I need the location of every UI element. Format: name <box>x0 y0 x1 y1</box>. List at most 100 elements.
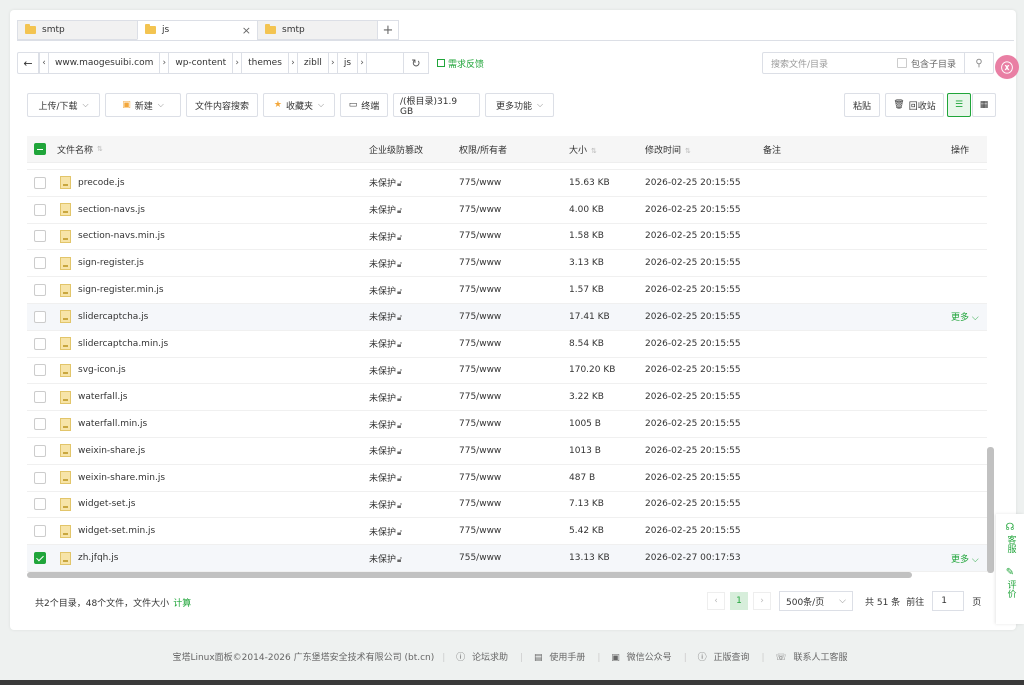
table-row[interactable]: slidercaptcha.js 未保护🔓︎ 775/www 17.41 KB 2026… <box>27 303 987 331</box>
row-checkbox[interactable] <box>34 337 46 350</box>
file-name[interactable]: waterfall.min.js <box>78 419 147 429</box>
next-page-button[interactable]: › <box>753 592 771 610</box>
row-checkbox[interactable] <box>34 176 46 189</box>
permission[interactable]: 775/www <box>459 365 569 375</box>
row-checkbox[interactable] <box>34 310 46 323</box>
permission[interactable]: 775/www <box>459 258 569 268</box>
tab-smtp-2[interactable]: smtp <box>257 20 377 40</box>
add-tab-button[interactable]: + <box>377 20 399 40</box>
contact-link[interactable]: ☏ 联系人工客服 <box>775 653 851 663</box>
protect-status[interactable]: 未保护🔓︎ <box>369 230 459 243</box>
row-checkbox[interactable] <box>34 498 46 511</box>
recycle-bin-button[interactable]: 🗑 回收站 <box>885 93 944 117</box>
protect-status[interactable]: 未保护🔓︎ <box>369 364 459 377</box>
manual-link[interactable]: ▤ 使用手册 <box>534 653 589 663</box>
new-button[interactable]: ▣ 新建 ⌵ <box>105 93 181 117</box>
permission[interactable]: 775/www <box>459 231 569 241</box>
protect-status[interactable]: 未保护🔓︎ <box>369 337 459 350</box>
protect-status[interactable]: 未保护🔓︎ <box>369 471 459 484</box>
protect-status[interactable]: 未保护🔓︎ <box>369 176 459 189</box>
table-row[interactable]: sign-register.min.js 未保护🔓︎ 775/www 1.57 KB 2… <box>27 277 987 304</box>
row-checkbox[interactable] <box>34 391 46 404</box>
prev-page-button[interactable]: ‹ <box>707 592 725 610</box>
file-name[interactable]: slidercaptcha.js <box>78 312 148 322</box>
breadcrumb-item[interactable]: wp-content <box>169 58 232 68</box>
file-name[interactable]: sign-register.js <box>78 258 144 268</box>
avatar[interactable]: ⓧ <box>995 55 1019 79</box>
forum-link[interactable]: ⓘ 论坛求助 <box>456 653 512 663</box>
protect-status[interactable]: 未保护🔓︎ <box>369 391 459 404</box>
header-name[interactable]: 文件名称 ⇅ <box>55 143 369 156</box>
protect-status[interactable]: 未保护🔓︎ <box>369 310 459 323</box>
permission[interactable]: 775/www <box>459 446 569 456</box>
terminal-button[interactable]: ▭ 终端 <box>340 93 388 117</box>
protect-status[interactable]: 未保护🔓︎ <box>369 418 459 431</box>
disk-button[interactable]: /(根目录)31.9 GB <box>393 93 480 117</box>
refresh-button[interactable]: ↻ <box>404 52 429 74</box>
row-checkbox[interactable] <box>34 418 46 431</box>
grid-view-button[interactable]: ▦ <box>972 93 996 117</box>
table-row[interactable]: widget-set.js 未保护🔓︎ 775/www 7.13 KB 2026-02-… <box>27 492 987 519</box>
rate-button[interactable]: ✎ 评价 <box>1005 567 1016 598</box>
row-checkbox[interactable] <box>34 230 46 243</box>
protect-status[interactable]: 未保护🔓︎ <box>369 444 459 457</box>
table-row[interactable]: section-navs.min.js 未保护🔓︎ 775/www 1.58 KB 20… <box>27 224 987 251</box>
file-name[interactable]: section-navs.min.js <box>78 231 165 241</box>
header-size[interactable]: 大小 ⇅ <box>569 143 645 156</box>
table-row[interactable]: waterfall.js 未保护🔓︎ 775/www 3.22 KB 2026-02-2… <box>27 384 987 412</box>
permission[interactable]: 775/www <box>459 392 569 402</box>
back-button[interactable]: ← <box>17 52 39 74</box>
row-checkbox[interactable] <box>34 257 46 270</box>
permission[interactable]: 775/www <box>459 419 569 429</box>
table-row[interactable]: sign-register.js 未保护🔓︎ 775/www 3.13 KB 2026-… <box>27 250 987 278</box>
permission[interactable]: 775/www <box>459 205 569 215</box>
more-actions-link[interactable]: 更多 ⌵ <box>951 310 987 323</box>
table-row[interactable]: weixin-share.min.js 未保护🔓︎ 775/www 487 B 2026… <box>27 465 987 492</box>
breadcrumb[interactable]: ‹ www.maogesuibi.com › wp-content › themes… <box>39 52 404 74</box>
content-search-button[interactable]: 文件内容搜索 <box>186 93 258 117</box>
permission[interactable]: 775/www <box>459 526 569 536</box>
row-checkbox[interactable] <box>34 552 46 565</box>
file-name[interactable]: zh.jfqh.js <box>78 553 118 563</box>
protect-status[interactable]: 未保护🔓︎ <box>369 498 459 511</box>
protect-status[interactable]: 未保护🔓︎ <box>369 525 459 538</box>
protect-status[interactable]: 未保护🔓︎ <box>369 284 459 297</box>
vertical-scrollbar[interactable] <box>987 447 994 573</box>
paste-button[interactable]: 粘贴 <box>844 93 880 117</box>
search-input[interactable]: 搜索文件/目录 <box>763 57 897 70</box>
file-name[interactable]: precode.js <box>78 178 125 188</box>
permission[interactable]: 775/www <box>459 312 569 322</box>
license-link[interactable]: ⓘ 正版查询 <box>698 653 754 663</box>
close-icon[interactable]: × <box>242 24 251 37</box>
breadcrumb-item[interactable]: zibll <box>298 58 328 68</box>
row-checkbox[interactable] <box>34 471 46 484</box>
search-button[interactable]: ⚲ <box>965 58 993 69</box>
row-checkbox[interactable] <box>34 525 46 538</box>
chevron-left-icon[interactable]: ‹ <box>39 52 49 74</box>
table-row[interactable]: svg-icon.js 未保护🔓︎ 775/www 170.20 KB 2026-02-… <box>27 358 987 385</box>
horizontal-scrollbar[interactable] <box>27 572 912 578</box>
protect-status[interactable]: 未保护🔓︎ <box>369 203 459 216</box>
row-checkbox[interactable] <box>34 364 46 377</box>
more-functions-button[interactable]: 更多功能 ⌵ <box>485 93 554 117</box>
permission[interactable]: 775/www <box>459 339 569 349</box>
table-row[interactable]: slidercaptcha.min.js 未保护🔓︎ 775/www 8.54 KB 2… <box>27 331 987 358</box>
favorites-button[interactable]: ★ 收藏夹 ⌵ <box>263 93 335 117</box>
include-subdir-toggle[interactable]: 包含子目录 <box>896 53 965 73</box>
header-time[interactable]: 修改时间 ⇅ <box>645 143 763 156</box>
permission[interactable]: 755/www <box>459 553 569 563</box>
file-name[interactable]: widget-set.js <box>78 499 135 509</box>
calc-link[interactable]: 计算 <box>173 599 191 609</box>
file-name[interactable]: section-navs.js <box>78 205 145 215</box>
file-name[interactable]: slidercaptcha.min.js <box>78 339 168 349</box>
breadcrumb-item[interactable]: www.maogesuibi.com <box>49 58 159 68</box>
list-view-button[interactable]: ☰ <box>947 93 971 117</box>
row-checkbox[interactable] <box>34 203 46 216</box>
permission[interactable]: 775/www <box>459 473 569 483</box>
wechat-link[interactable]: ▣ 微信公众号 <box>611 653 675 663</box>
select-all-checkbox[interactable] <box>34 143 46 155</box>
file-name[interactable]: waterfall.js <box>78 392 127 402</box>
table-row[interactable]: zh.jfqh.js 未保护🔓︎ 755/www 13.13 KB 2026-02-27… <box>27 545 987 572</box>
tab-smtp-1[interactable]: smtp <box>17 20 137 40</box>
file-name[interactable]: sign-register.min.js <box>78 285 164 295</box>
